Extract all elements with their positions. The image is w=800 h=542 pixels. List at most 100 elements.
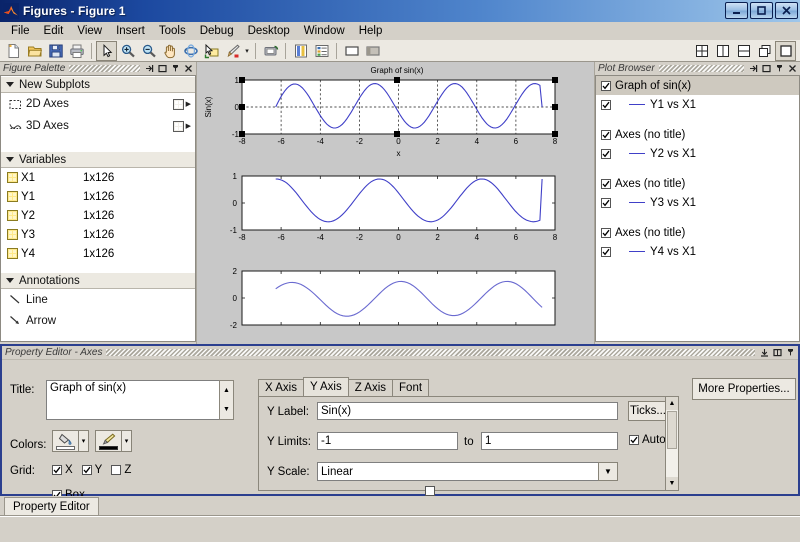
section-annotations[interactable]: Annotations [1,272,195,289]
brush-icon[interactable] [222,41,243,61]
rotate-3d-icon[interactable] [180,41,201,61]
series-visibility-checkbox[interactable] [601,247,611,257]
partial-checkbox-below[interactable] [425,486,435,496]
pin-icon[interactable] [170,63,181,74]
y-limits-min-input[interactable] [317,432,458,450]
variable-row[interactable]: Y1 1x126 [1,187,195,206]
undock-icon[interactable] [144,63,155,74]
grid-x-checkbox[interactable]: X [52,464,73,476]
series-visibility-checkbox[interactable] [601,198,611,208]
variable-row[interactable]: X1 1x126 [1,168,195,187]
drag-handle[interactable] [69,65,140,72]
menu-window[interactable]: Window [297,24,352,38]
title-input[interactable] [46,380,219,420]
chevron-down-icon[interactable]: ▼ [598,462,618,481]
data-cursor-icon[interactable] [201,41,222,61]
pointer-arrow-icon[interactable] [96,41,117,61]
print-figure-icon[interactable] [66,41,87,61]
plot-browser-axes-row[interactable]: Axes (no title) [596,223,799,242]
title-scroll-spinner[interactable]: ▲ ▼ [219,380,234,420]
plot-browser-series-row[interactable]: Y4 vs X1 [596,242,799,261]
drag-handle[interactable] [659,65,744,72]
variable-row[interactable]: Y2 1x126 [1,206,195,225]
scrollbar-thumb[interactable] [667,411,677,449]
section-new-subplots[interactable]: New Subplots [1,76,195,93]
zoom-in-icon[interactable] [117,41,138,61]
axes-visibility-checkbox[interactable] [601,179,611,189]
minimize-button[interactable] [725,2,748,19]
colorbar-icon[interactable] [290,41,311,61]
undock-icon[interactable] [748,63,759,74]
maximize-icon[interactable] [772,347,783,358]
pin-icon[interactable] [785,347,796,358]
show-plot-tools-icon[interactable] [362,41,383,61]
menu-view[interactable]: View [70,24,109,38]
layout-grid-icon[interactable] [691,41,712,61]
menu-help[interactable]: Help [352,24,390,38]
open-file-icon[interactable] [24,41,45,61]
axes-visibility-checkbox[interactable] [601,81,611,91]
close-button[interactable] [775,2,798,19]
maximize-icon[interactable] [157,63,168,74]
tab-x-axis[interactable]: X Axis [258,379,304,396]
maximize-icon[interactable] [761,63,772,74]
y-scale-select[interactable]: Linear ▼ [317,462,618,481]
section-variables[interactable]: Variables [1,151,195,168]
menu-edit[interactable]: Edit [37,24,71,38]
plot-browser-series-row[interactable]: Y3 vs X1 [596,193,799,212]
pin-icon[interactable] [774,63,785,74]
menu-desktop[interactable]: Desktop [241,24,297,38]
y-limits-max-input[interactable] [481,432,618,450]
more-properties-button[interactable]: More Properties... [692,378,796,400]
plot-browser-axes-row[interactable]: Axes (no title) [596,125,799,144]
layout-single-icon[interactable] [775,41,796,61]
close-icon[interactable] [183,63,194,74]
menu-insert[interactable]: Insert [109,24,152,38]
2d-axes-grid-expander[interactable]: ▶ [173,99,191,110]
plot-browser-series-row[interactable]: Y1 vs X1 [596,95,799,114]
link-plot-icon[interactable] [260,41,281,61]
tab-font[interactable]: Font [392,379,429,396]
plot-browser-axes-row[interactable]: Axes (no title) [596,174,799,193]
grid-z-checkbox[interactable]: Z [111,464,131,476]
scroll-down-icon[interactable]: ▼ [220,400,233,419]
axes-visibility-checkbox[interactable] [601,228,611,238]
figure-canvas[interactable]: Graph of sin(x) [196,62,595,344]
brush-dropdown-arrow-icon[interactable]: ▾ [243,41,251,61]
menu-debug[interactable]: Debug [193,24,241,38]
axes-visibility-checkbox[interactable] [601,130,611,140]
ticks-button[interactable]: Ticks... [628,401,668,421]
fill-color-dropdown-arrow-icon[interactable]: ▾ [79,430,89,452]
menu-tools[interactable]: Tools [152,24,193,38]
hide-plot-tools-icon[interactable] [341,41,362,61]
palette-item-arrow[interactable]: Arrow [1,310,195,331]
close-icon[interactable] [787,63,798,74]
status-tab-property-editor[interactable]: Property Editor [4,497,99,515]
layout-overlap-icon[interactable] [754,41,775,61]
undock-icon[interactable] [759,347,770,358]
maximize-button[interactable] [750,2,773,19]
plot-2-svg[interactable]: -8-6-4 -202 468 10-1 [197,162,596,257]
y-label-input[interactable] [317,402,618,420]
save-figure-icon[interactable] [45,41,66,61]
palette-item-2d-axes[interactable]: 2D Axes ▶ [1,93,195,115]
scrollbar-track[interactable] [666,410,678,477]
plot-1-svg[interactable]: Graph of sin(x) [197,62,596,162]
tab-z-axis[interactable]: Z Axis [348,379,393,396]
scroll-up-icon[interactable]: ▲ [666,397,678,410]
grid-y-checkbox[interactable]: Y [82,464,103,476]
drag-handle[interactable] [106,349,755,356]
variable-row[interactable]: Y3 1x126 [1,225,195,244]
3d-axes-grid-expander[interactable]: ▶ [173,121,191,132]
palette-item-line[interactable]: Line [1,289,195,310]
series-visibility-checkbox[interactable] [601,149,611,159]
scroll-up-icon[interactable]: ▲ [220,381,233,400]
scroll-down-icon[interactable]: ▼ [666,477,678,490]
fill-color-button[interactable]: ▾ [52,430,89,452]
layout-two-columns-icon[interactable] [712,41,733,61]
layout-two-rows-icon[interactable] [733,41,754,61]
series-visibility-checkbox[interactable] [601,100,611,110]
legend-icon[interactable] [311,41,332,61]
edge-color-button[interactable]: ▾ [95,430,132,452]
variable-row[interactable]: Y4 1x126 [1,244,195,263]
